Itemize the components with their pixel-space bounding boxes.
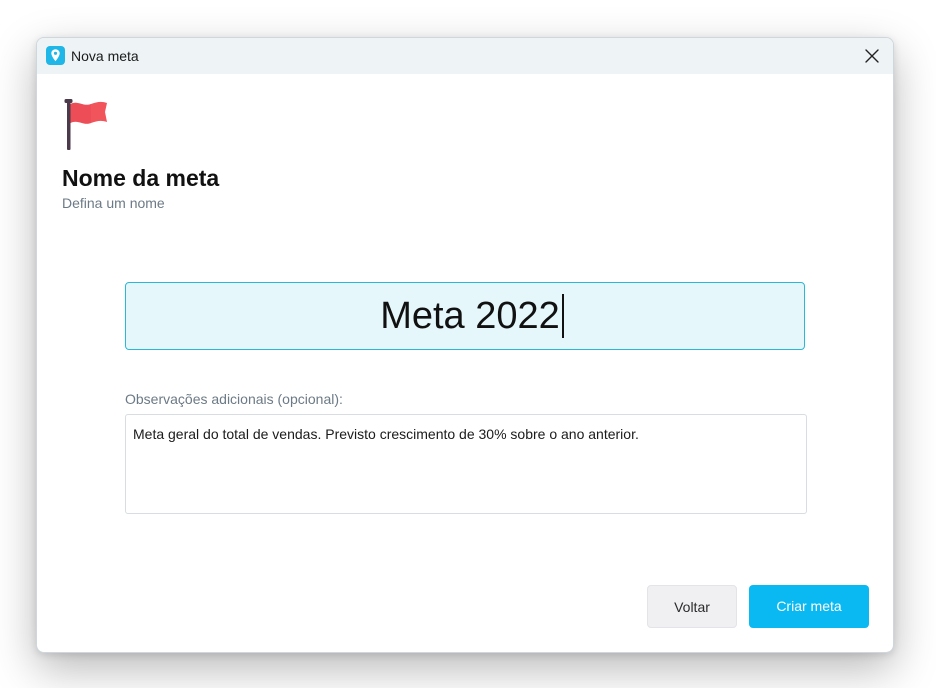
create-goal-button[interactable]: Criar meta <box>749 585 869 628</box>
page-subtitle: Defina um nome <box>62 195 165 211</box>
window-title: Nova meta <box>71 48 139 64</box>
title-bar[interactable]: Nova meta <box>37 38 893 74</box>
goal-name-input[interactable]: Meta 2022 <box>125 282 805 350</box>
notes-textarea[interactable]: Meta geral do total de vendas. Previsto … <box>125 414 807 514</box>
text-caret <box>561 294 564 338</box>
page-title: Nome da meta <box>62 165 220 191</box>
desktop: Nova meta Nome da meta Defina um nome Me… <box>0 0 936 688</box>
back-button[interactable]: Voltar <box>647 585 737 628</box>
red-flag-icon <box>61 98 113 152</box>
close-button[interactable] <box>851 38 893 74</box>
close-icon <box>865 49 879 63</box>
new-goal-dialog: Nova meta Nome da meta Defina um nome Me… <box>36 37 894 653</box>
map-pin-icon <box>46 46 65 65</box>
notes-label: Observações adicionais (opcional): <box>125 391 343 407</box>
goal-name-value: Meta 2022 <box>380 295 560 337</box>
